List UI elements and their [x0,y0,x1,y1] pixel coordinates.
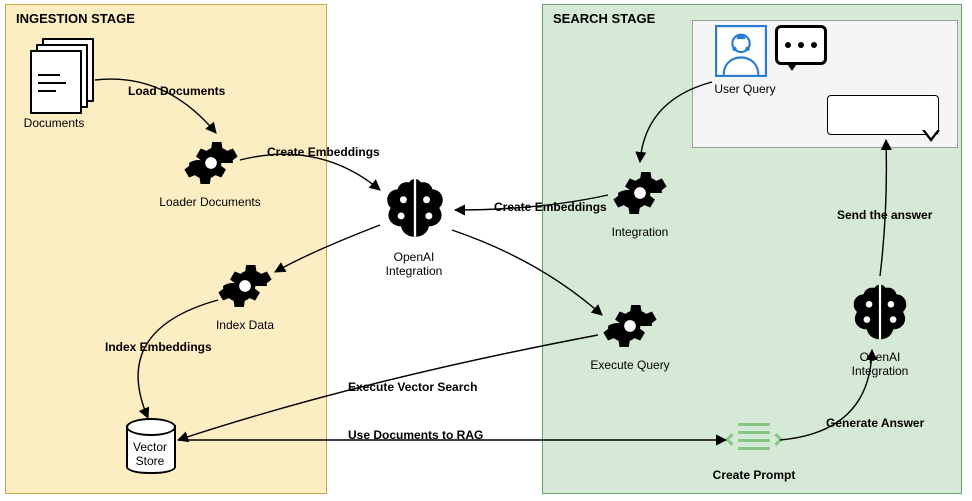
create-prompt-icon [732,417,776,461]
edge-index-embeddings: Index Embeddings [105,340,212,354]
edge-use-documents-to-rag: Use Documents to RAG [348,428,483,442]
answer-speech-tail [922,130,940,142]
execute-query-label: Execute Query [590,358,669,372]
loader-documents-label: Loader Documents [159,195,260,209]
integration-gear-icon [612,165,668,221]
documents-label: Documents [24,116,85,130]
answer-speech-bubble [827,95,939,135]
openai-brain-right-icon [845,278,915,348]
index-data-gear-icon [217,258,273,314]
integration-label: Integration [612,225,669,239]
user-speech-dots-icon [775,25,827,65]
ingestion-stage-title: INGESTION STAGE [16,11,135,26]
execute-query-gear-icon [602,298,658,354]
user-query-label: User Query [714,82,775,96]
openai-integration-center-label: OpenAI Integration [386,250,443,278]
edge-create-embeddings-r: Create Embeddings [494,200,607,214]
search-stage-title: SEARCH STAGE [553,11,655,26]
openai-integration-right-label: OpenAI Integration [852,350,909,378]
openai-brain-center-icon [378,172,452,246]
user-icon [715,25,767,77]
index-data-label: Index Data [216,318,274,332]
edge-generate-answer: Generate Answer [826,416,924,430]
documents-icon [30,38,100,108]
edge-execute-vector-search: Execute Vector Search [348,380,477,394]
create-prompt-label: Create Prompt [713,468,796,482]
vector-store-label: Vector Store [133,440,167,468]
edge-load-documents: Load Documents [128,84,225,98]
edge-send-the-answer: Send the answer [837,208,932,222]
loader-documents-gear-icon [183,135,239,191]
edge-create-embeddings-l: Create Embeddings [267,145,380,159]
